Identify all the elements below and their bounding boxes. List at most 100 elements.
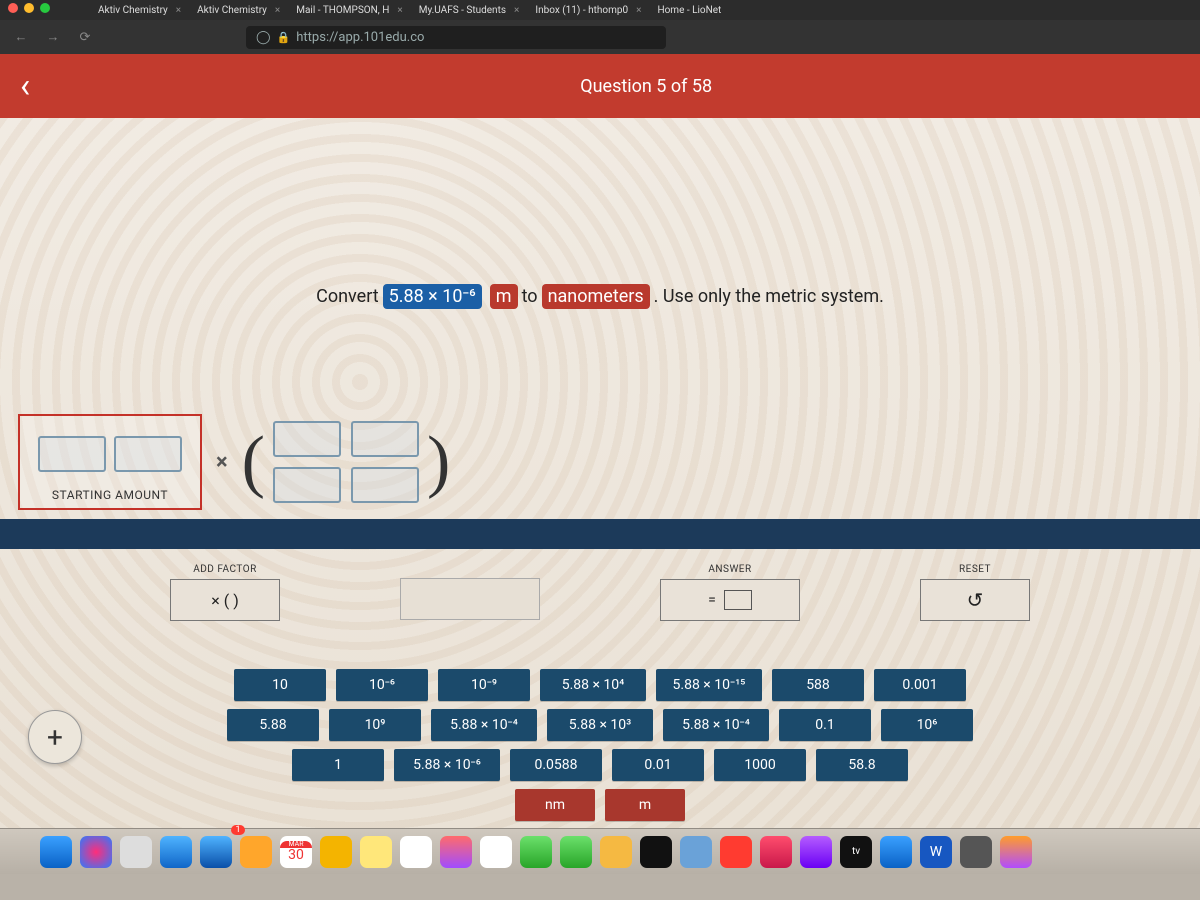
unit-tile[interactable]: m (605, 789, 685, 821)
undo-icon: ↺ (967, 588, 984, 612)
answer-box-icon (724, 590, 752, 610)
tile[interactable]: 10⁻⁹ (438, 669, 530, 701)
tile[interactable]: 5.88 × 10⁻⁴ (663, 709, 769, 741)
numerator-value-slot[interactable] (273, 421, 341, 457)
firefox-icon[interactable] (1000, 836, 1032, 868)
prompt-text: Convert (316, 286, 379, 307)
tab-inbox[interactable]: Inbox (11) - hthomp0× (527, 3, 649, 18)
safari-icon[interactable] (160, 836, 192, 868)
calendar-icon[interactable]: MAR30 (280, 836, 312, 868)
plus-icon: + (47, 721, 63, 754)
settings-icon[interactable] (960, 836, 992, 868)
tile[interactable]: 10⁶ (881, 709, 973, 741)
tile-drop-placeholder (400, 564, 540, 620)
add-factor-label: ADD FACTOR (170, 564, 280, 575)
answer-tiles: 10 10⁻⁶ 10⁻⁹ 5.88 × 10⁴ 5.88 × 10⁻¹⁵ 588… (0, 669, 1200, 821)
app-icon[interactable] (600, 836, 632, 868)
reset-label: RESET (920, 564, 1030, 575)
forward-button[interactable]: → (42, 29, 64, 45)
chrome-icon[interactable] (400, 836, 432, 868)
close-icon[interactable]: × (275, 5, 280, 16)
siri-icon[interactable] (80, 836, 112, 868)
denominator-unit-slot[interactable] (351, 467, 419, 503)
tile[interactable]: 5.88 × 10³ (547, 709, 653, 741)
unit-slot[interactable] (114, 436, 182, 472)
value-slot[interactable] (38, 436, 106, 472)
tile[interactable]: 10⁹ (329, 709, 421, 741)
close-icon[interactable]: × (636, 5, 641, 16)
close-icon[interactable]: × (176, 5, 181, 16)
messages-icon[interactable] (520, 836, 552, 868)
tab-aktiv-1[interactable]: Aktiv Chemistry× (90, 3, 189, 18)
tile[interactable]: 0.1 (779, 709, 871, 741)
tile[interactable]: 0.0588 (510, 749, 602, 781)
back-chevron-icon[interactable]: ‹ (20, 66, 60, 106)
unit-tile[interactable]: nm (515, 789, 595, 821)
reload-button[interactable]: ⟳ (74, 30, 96, 45)
window-traffic-lights (8, 3, 50, 13)
stocks-icon[interactable] (640, 836, 672, 868)
tab-aktiv-2[interactable]: Aktiv Chemistry× (189, 3, 288, 18)
tile[interactable]: 5.88 × 10⁻⁶ (394, 749, 500, 781)
macos-dock: 1 MAR30 tv W (0, 828, 1200, 874)
equals-icon: = (708, 592, 716, 608)
minimize-window-icon[interactable] (24, 3, 34, 13)
tab-myuafs[interactable]: My.UAFS - Students× (411, 3, 528, 18)
tile-row-2: 5.88 10⁹ 5.88 × 10⁻⁴ 5.88 × 10³ 5.88 × 1… (227, 709, 973, 741)
news-icon[interactable] (720, 836, 752, 868)
reminders-icon[interactable] (320, 836, 352, 868)
divider-strip (0, 519, 1200, 549)
tile[interactable]: 0.01 (612, 749, 704, 781)
tab-lionet[interactable]: Home - LioNet (649, 3, 729, 18)
tile[interactable]: 58.8 (816, 749, 908, 781)
close-icon[interactable]: × (514, 5, 519, 16)
tile[interactable]: 588 (772, 669, 864, 701)
maximize-window-icon[interactable] (40, 3, 50, 13)
podcasts-icon[interactable] (800, 836, 832, 868)
add-factor-button[interactable]: × ( ) (170, 579, 280, 621)
tile[interactable]: 10 (234, 669, 326, 701)
browser-toolbar: ← → ⟳ ◯ 🔒 https://app.101edu.co (0, 20, 1200, 54)
back-button[interactable]: ← (10, 29, 32, 45)
tile[interactable]: 5.88 × 10⁴ (540, 669, 646, 701)
tile[interactable]: 5.88 × 10⁻⁴ (431, 709, 537, 741)
facetime-icon[interactable] (560, 836, 592, 868)
tile[interactable]: 1000 (714, 749, 806, 781)
drop-target[interactable] (400, 578, 540, 620)
app-icon[interactable] (440, 836, 472, 868)
tab-mail[interactable]: Mail - THOMPSON, H× (288, 3, 410, 18)
tile[interactable]: 0.001 (874, 669, 966, 701)
launchpad-icon[interactable] (120, 836, 152, 868)
url-text: https://app.101edu.co (296, 30, 424, 45)
reset-button[interactable]: ↺ (920, 579, 1030, 621)
appstore-icon[interactable] (880, 836, 912, 868)
music-icon[interactable] (760, 836, 792, 868)
dimensional-analysis-row: STARTING AMOUNT × ( ) (18, 414, 450, 510)
notes-icon[interactable] (360, 836, 392, 868)
add-fab-button[interactable]: + (28, 710, 82, 764)
address-bar[interactable]: ◯ 🔒 https://app.101edu.co (246, 26, 666, 49)
tile[interactable]: 5.88 (227, 709, 319, 741)
answer-button[interactable]: = (660, 579, 800, 621)
numerator-unit-slot[interactable] (351, 421, 419, 457)
finder-icon[interactable] (40, 836, 72, 868)
starting-amount-box[interactable]: STARTING AMOUNT (18, 414, 202, 510)
right-paren-icon: ) (427, 434, 450, 490)
close-window-icon[interactable] (8, 3, 18, 13)
question-counter: Question 5 of 58 (580, 76, 712, 97)
tv-icon[interactable]: tv (840, 836, 872, 868)
unit-from-chip: m (490, 284, 518, 309)
prompt-text: to (522, 286, 538, 307)
close-icon[interactable]: × (397, 5, 402, 16)
tile[interactable]: 10⁻⁶ (336, 669, 428, 701)
conversion-factor[interactable]: ( ) (242, 419, 451, 505)
value-chip: 5.88 × 10⁻⁶ (383, 284, 482, 309)
tile[interactable]: 1 (292, 749, 384, 781)
word-icon[interactable]: W (920, 836, 952, 868)
contacts-icon[interactable] (240, 836, 272, 868)
mail-icon[interactable]: 1 (200, 836, 232, 868)
tile[interactable]: 5.88 × 10⁻¹⁵ (656, 669, 762, 701)
app-icon[interactable] (680, 836, 712, 868)
photos-icon[interactable] (480, 836, 512, 868)
denominator-value-slot[interactable] (273, 467, 341, 503)
